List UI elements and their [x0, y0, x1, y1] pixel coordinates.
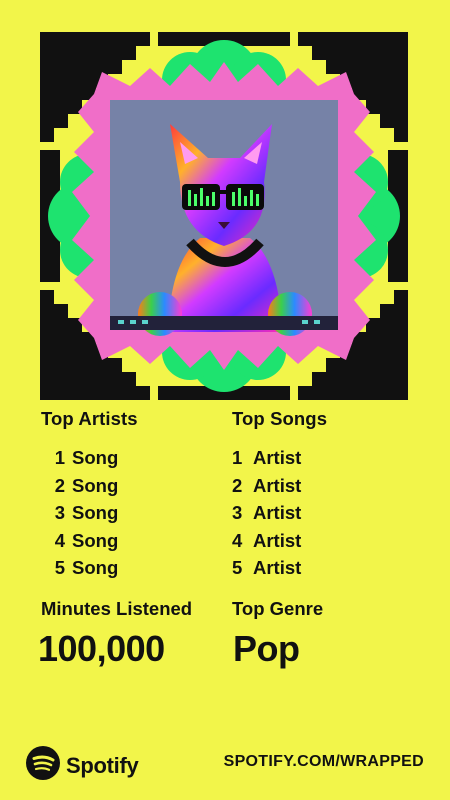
rank-number: 1	[54, 447, 65, 468]
rank-number: 1	[232, 447, 243, 468]
item-name: Artist	[253, 474, 302, 496]
top-songs-list: 1 Artist 2 Artist 3 Artist 4 Artist 5 Ar…	[232, 444, 422, 582]
list-item[interactable]: 5 Artist	[232, 554, 422, 582]
top-genre-label: Top Genre	[232, 598, 324, 619]
list-item[interactable]: 2 Artist	[232, 472, 422, 500]
rank-number: 4	[232, 529, 243, 551]
item-name: Artist	[253, 557, 302, 578]
item-name: Song	[72, 447, 119, 468]
rank-number: 4	[54, 529, 65, 551]
list-item[interactable]: 3 Song	[41, 499, 231, 527]
list-item[interactable]: 1 Song	[41, 444, 231, 472]
list-item[interactable]: 3 Artist	[232, 499, 422, 527]
rank-number: 2	[54, 474, 65, 496]
item-name: Song	[72, 474, 119, 496]
rank-number: 5	[232, 557, 243, 578]
album-art-frame	[40, 32, 408, 400]
spotify-logo[interactable]: Spotify	[26, 746, 139, 785]
top-songs-title: Top Songs	[232, 408, 328, 429]
item-name: Artist	[253, 529, 302, 551]
item-name: Song	[72, 529, 119, 551]
minutes-listened-value: 100,000	[38, 628, 165, 669]
wrapped-url-link[interactable]: SPOTIFY.COM/WRAPPED	[224, 753, 424, 771]
list-item[interactable]: 4 Artist	[232, 527, 422, 555]
rank-number: 3	[232, 502, 243, 523]
spotify-wordmark: Spotify	[66, 752, 139, 778]
item-name: Artist	[253, 502, 302, 523]
top-artists-title: Top Artists	[41, 408, 138, 429]
item-name: Artist	[253, 447, 302, 468]
list-item[interactable]: 5 Song	[41, 554, 231, 582]
spotify-logo-icon	[26, 746, 60, 785]
item-name: Song	[72, 502, 119, 523]
list-item[interactable]: 4 Song	[41, 527, 231, 555]
top-artists-section: Top Artists 1 Song 2 Song 3 Song 4 Song …	[41, 408, 231, 582]
top-genre-value: Pop	[233, 628, 300, 669]
item-name: Song	[72, 557, 119, 578]
list-item[interactable]: 1 Artist	[232, 444, 422, 472]
top-songs-section: Top Songs 1 Artist 2 Artist 3 Artist 4 A…	[232, 408, 422, 582]
rank-number: 2	[232, 474, 243, 496]
rank-number: 3	[54, 502, 65, 523]
list-item[interactable]: 2 Song	[41, 472, 231, 500]
rank-number: 5	[54, 557, 65, 578]
minutes-listened-label: Minutes Listened	[41, 598, 193, 619]
dj-cat-image	[110, 100, 338, 336]
top-artists-list: 1 Song 2 Song 3 Song 4 Song 5 Song	[41, 444, 231, 582]
